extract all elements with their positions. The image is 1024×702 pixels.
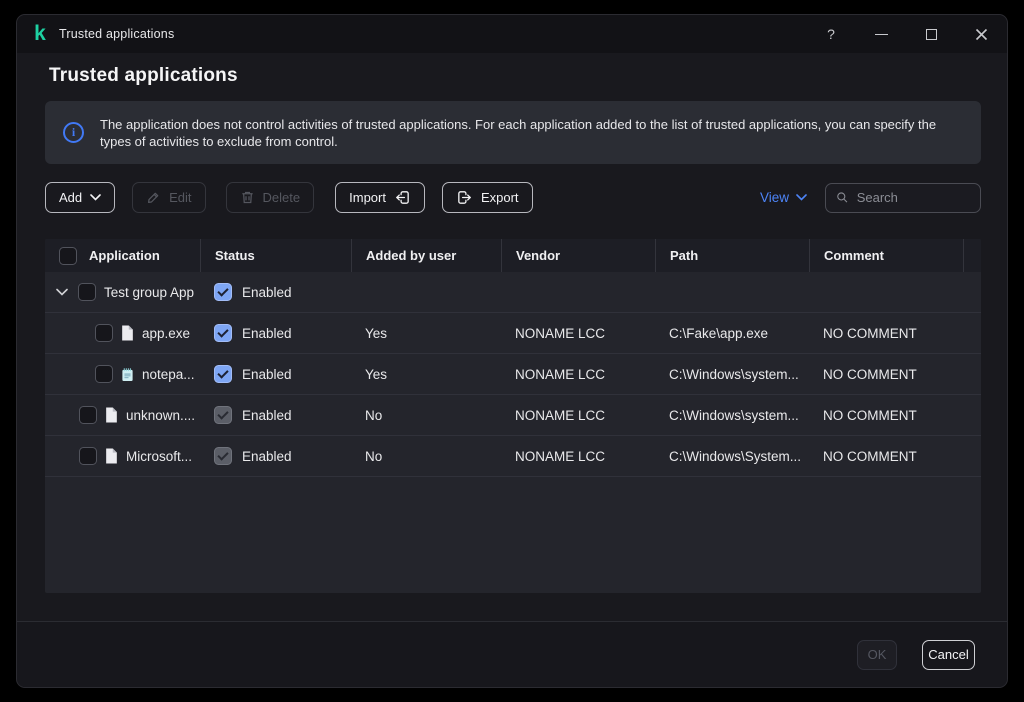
column-header-path[interactable]: Path — [655, 239, 809, 272]
status-label: Enabled — [242, 285, 292, 300]
search-box — [825, 183, 981, 213]
info-banner: i The application does not control activ… — [45, 101, 981, 164]
status-checkbox[interactable] — [214, 365, 232, 383]
status-label: Enabled — [242, 449, 292, 464]
view-dropdown[interactable]: View — [760, 190, 807, 205]
table-header-row: Application Status Added by user Vendor … — [45, 239, 981, 272]
dialog-footer: OK Cancel — [17, 621, 1007, 687]
add-button[interactable]: Add — [45, 182, 115, 213]
chevron-down-icon — [796, 194, 807, 201]
column-header-application[interactable]: Application — [89, 248, 160, 263]
added-by-user-value — [351, 272, 501, 312]
page-title: Trusted applications — [49, 65, 238, 87]
applications-table: Application Status Added by user Vendor … — [45, 239, 981, 593]
title-bar: k Trusted applications ? — [17, 15, 1007, 53]
status-label: Enabled — [242, 367, 292, 382]
toolbar: Add Edit Delete Import Export View — [45, 182, 981, 213]
table-row[interactable]: Microsoft... Enabled No NONAME LCC C:\Wi… — [45, 436, 981, 477]
help-button[interactable]: ? — [823, 26, 839, 42]
row-checkbox[interactable] — [95, 365, 113, 383]
maximize-button[interactable] — [923, 26, 939, 42]
import-button-label: Import — [349, 190, 386, 205]
column-header-added-by-user[interactable]: Added by user — [351, 239, 501, 272]
path-value: C:\Windows\System... — [655, 436, 809, 476]
close-icon — [975, 28, 988, 41]
path-value: C:\Windows\system... — [655, 354, 809, 394]
edit-button[interactable]: Edit — [132, 182, 205, 213]
comment-value: NO COMMENT — [809, 436, 963, 476]
collapse-chevron-icon[interactable] — [56, 288, 68, 296]
chevron-down-icon — [90, 194, 101, 201]
application-name: Microsoft... — [126, 449, 192, 464]
comment-value: NO COMMENT — [809, 395, 963, 435]
application-name: unknown.... — [126, 408, 195, 423]
minimize-icon — [875, 34, 888, 35]
comment-value — [809, 272, 963, 312]
add-button-label: Add — [59, 190, 82, 205]
status-label: Enabled — [242, 326, 292, 341]
comment-value: NO COMMENT — [809, 313, 963, 353]
file-icon — [121, 325, 134, 341]
close-button[interactable] — [973, 26, 989, 42]
path-value — [655, 272, 809, 312]
vendor-value — [501, 272, 655, 312]
vendor-value: NONAME LCC — [501, 436, 655, 476]
row-checkbox[interactable] — [95, 324, 113, 342]
delete-button[interactable]: Delete — [226, 182, 315, 213]
table-row[interactable]: app.exe Enabled Yes NONAME LCC C:\Fake\a… — [45, 313, 981, 354]
vendor-value: NONAME LCC — [501, 313, 655, 353]
window-title: Trusted applications — [59, 27, 174, 41]
cancel-button[interactable]: Cancel — [922, 640, 975, 670]
notepad-icon — [121, 367, 134, 382]
edit-button-label: Edit — [169, 190, 191, 205]
kaspersky-logo-icon: k — [29, 23, 51, 45]
row-checkbox[interactable] — [79, 447, 97, 465]
status-checkbox[interactable] — [214, 447, 232, 465]
path-value: C:\Windows\system... — [655, 395, 809, 435]
added-by-user-value: Yes — [351, 313, 501, 353]
file-icon — [105, 407, 118, 423]
column-header-comment[interactable]: Comment — [809, 239, 963, 272]
vendor-value: NONAME LCC — [501, 395, 655, 435]
pencil-icon — [146, 190, 161, 205]
path-value: C:\Fake\app.exe — [655, 313, 809, 353]
status-checkbox[interactable] — [214, 283, 232, 301]
application-name: Test group App — [104, 285, 194, 300]
application-name: app.exe — [142, 326, 190, 341]
ok-button[interactable]: OK — [857, 640, 897, 670]
maximize-icon — [926, 29, 937, 40]
added-by-user-value: No — [351, 436, 501, 476]
delete-button-label: Delete — [263, 190, 301, 205]
import-icon — [394, 189, 411, 206]
status-checkbox[interactable] — [214, 324, 232, 342]
table-row-group[interactable]: Test group App Enabled — [45, 272, 981, 313]
row-checkbox[interactable] — [78, 283, 96, 301]
status-label: Enabled — [242, 408, 292, 423]
column-header-vendor[interactable]: Vendor — [501, 239, 655, 272]
file-icon — [105, 448, 118, 464]
search-icon — [836, 190, 849, 205]
export-button-label: Export — [481, 190, 519, 205]
view-dropdown-label: View — [760, 190, 789, 205]
added-by-user-value: Yes — [351, 354, 501, 394]
select-all-checkbox[interactable] — [59, 247, 77, 265]
comment-value: NO COMMENT — [809, 354, 963, 394]
column-header-status[interactable]: Status — [200, 239, 351, 272]
info-icon: i — [63, 122, 84, 143]
export-button[interactable]: Export — [442, 182, 533, 213]
import-button[interactable]: Import — [335, 182, 425, 213]
info-banner-text: The application does not control activit… — [100, 116, 961, 150]
vendor-value: NONAME LCC — [501, 354, 655, 394]
status-checkbox[interactable] — [214, 406, 232, 424]
row-checkbox[interactable] — [79, 406, 97, 424]
application-name: notepa... — [142, 367, 195, 382]
minimize-button[interactable] — [873, 26, 889, 42]
added-by-user-value: No — [351, 395, 501, 435]
trash-icon — [240, 190, 255, 205]
table-row[interactable]: unknown.... Enabled No NONAME LCC C:\Win… — [45, 395, 981, 436]
export-icon — [456, 189, 473, 206]
search-input[interactable] — [857, 190, 970, 205]
trusted-applications-dialog: k Trusted applications ? Trusted applica… — [16, 14, 1008, 688]
table-row[interactable]: notepa... Enabled Yes NONAME LCC C:\Wind… — [45, 354, 981, 395]
